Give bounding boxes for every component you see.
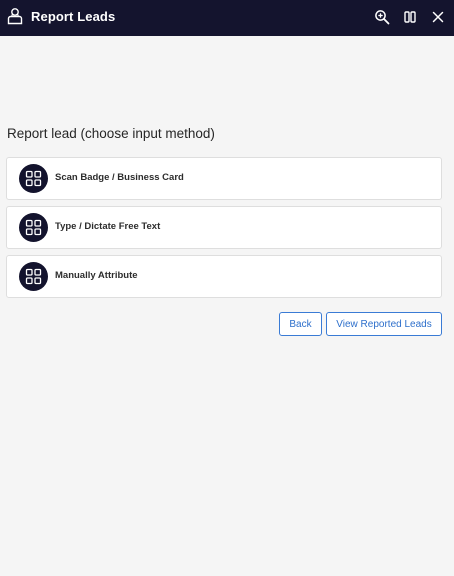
grid-icon bbox=[19, 262, 48, 291]
title-bar: Report Leads bbox=[0, 0, 454, 36]
grid-icon bbox=[19, 164, 48, 193]
window-title: Report Leads bbox=[31, 9, 116, 24]
option-label: Type / Dictate Free Text bbox=[55, 221, 161, 232]
page-heading: Report lead (choose input method) bbox=[7, 126, 215, 141]
split-view-icon[interactable] bbox=[401, 8, 419, 26]
back-button[interactable]: Back bbox=[279, 312, 322, 336]
option-free-text[interactable]: Type / Dictate Free Text bbox=[6, 206, 442, 249]
lock-person-icon bbox=[6, 6, 24, 26]
zoom-in-icon[interactable] bbox=[373, 8, 391, 26]
option-manually-attribute[interactable]: Manually Attribute bbox=[6, 255, 442, 298]
option-label: Manually Attribute bbox=[55, 270, 138, 281]
close-icon[interactable] bbox=[429, 8, 447, 26]
option-label: Scan Badge / Business Card bbox=[55, 172, 184, 183]
option-scan-badge[interactable]: Scan Badge / Business Card bbox=[6, 157, 442, 200]
grid-icon bbox=[19, 213, 48, 242]
view-reported-leads-button[interactable]: View Reported Leads bbox=[326, 312, 442, 336]
